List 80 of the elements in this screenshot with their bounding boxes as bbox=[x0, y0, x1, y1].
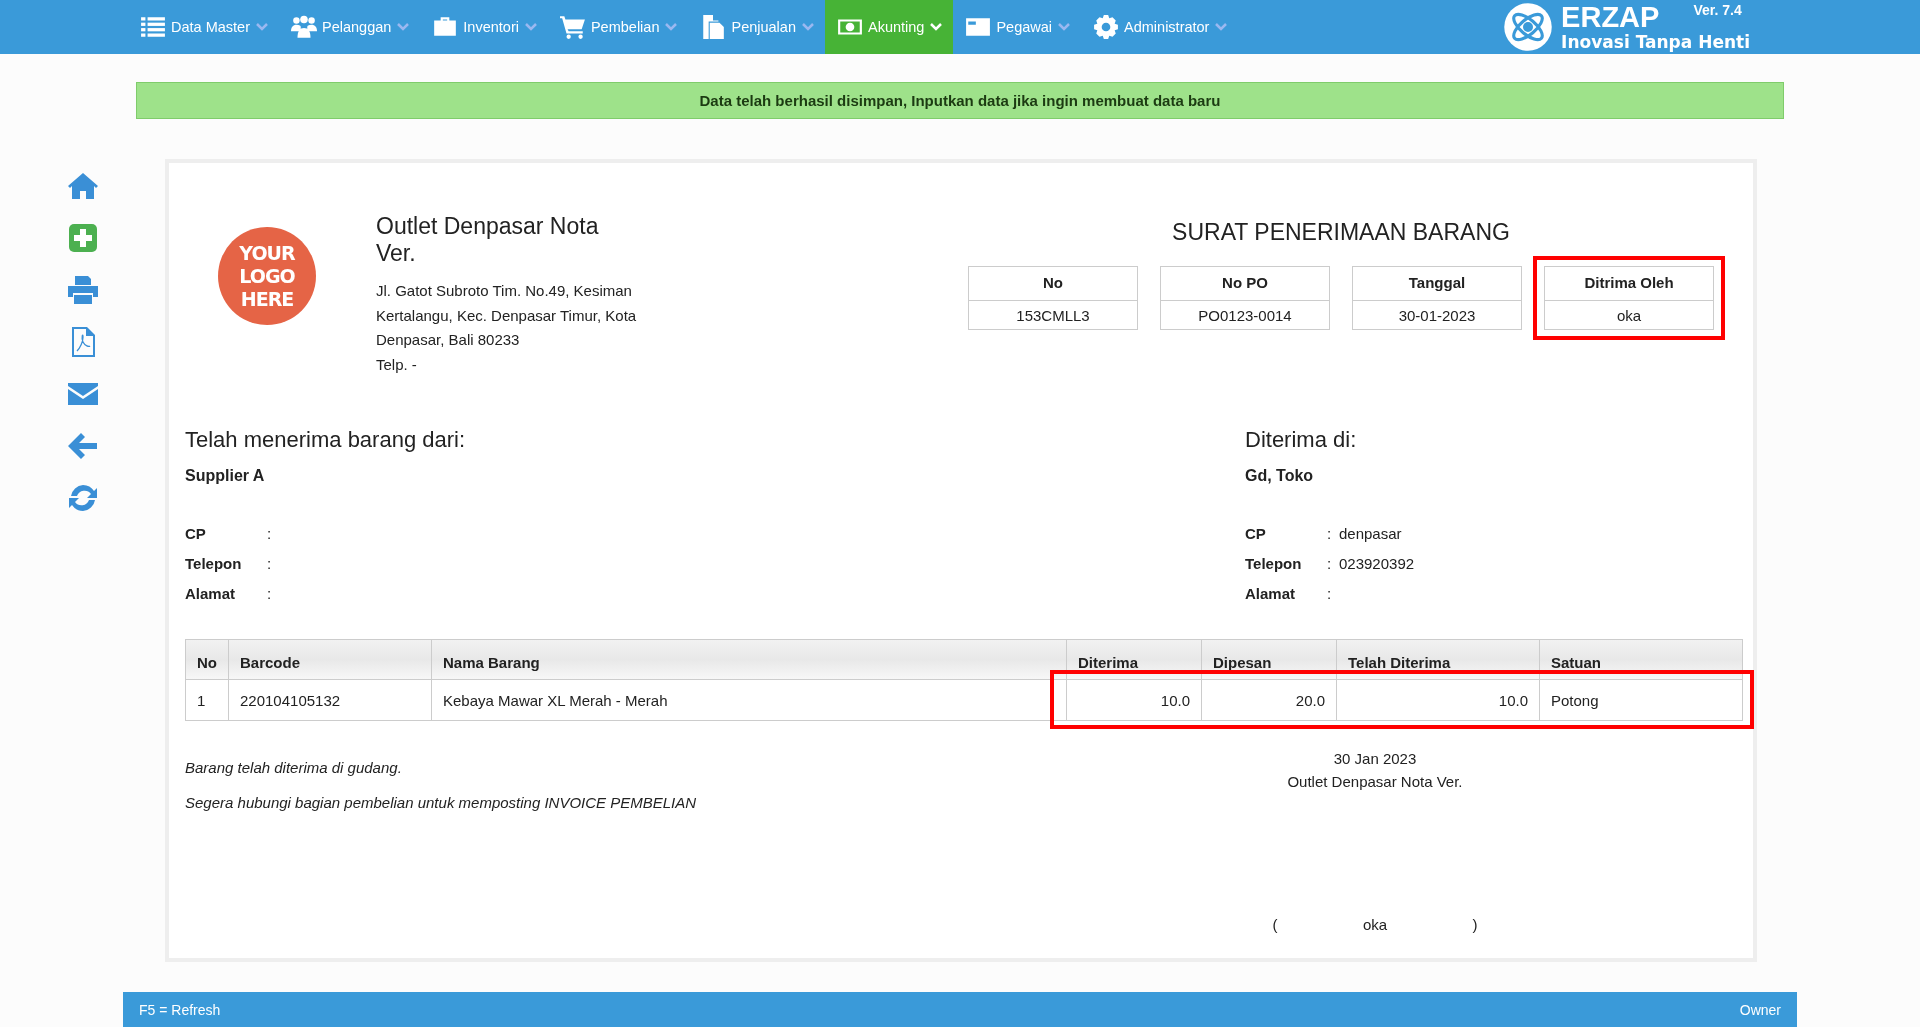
company-address: Telp. - bbox=[376, 354, 418, 375]
field-label: Telepon bbox=[1245, 554, 1303, 574]
company-name: Outlet Denpasar Nota Ver. bbox=[376, 213, 600, 267]
column-header: Satuan bbox=[1540, 639, 1743, 680]
column-header: No bbox=[185, 639, 229, 680]
nav-menu-item[interactable]: Penjualan bbox=[688, 0, 825, 54]
colon-separator: : bbox=[1327, 554, 1333, 574]
nav-menu-item[interactable]: Pembelian bbox=[547, 0, 689, 54]
settings-icon bbox=[1092, 14, 1121, 40]
parenthesis: ( bbox=[1272, 915, 1278, 935]
field-label: CP bbox=[1245, 524, 1267, 544]
field-label: Telepon bbox=[185, 554, 243, 574]
info-label: Tanggal bbox=[1353, 267, 1521, 301]
company-address: Jl. Gatot Subroto Tim. No.49, Kesiman Kertalangu, Kec. Denpasar Timur, Kota Denpasar, Bali 80233 bbox=[376, 281, 638, 350]
field-value: denpasar bbox=[1339, 524, 1402, 544]
column-header: Dipesan bbox=[1202, 639, 1337, 680]
caret-icon bbox=[397, 23, 410, 31]
add-icon[interactable] bbox=[66, 221, 99, 255]
party-name: Supplier A bbox=[185, 467, 266, 485]
party-name: Gd, Toko bbox=[1245, 467, 1315, 485]
document-title: SURAT PENERIMAAN BARANG bbox=[1172, 219, 1510, 246]
nav-menu-item[interactable]: Pelanggan bbox=[279, 0, 421, 54]
colon-separator: : bbox=[267, 524, 273, 544]
logo-text: YOUR LOGO HERE bbox=[238, 241, 296, 311]
note-text: Barang telah diterima di gudang. bbox=[185, 759, 403, 776]
table-cell: Potong bbox=[1540, 680, 1743, 721]
info-label: No bbox=[969, 267, 1137, 301]
colon-separator: : bbox=[1327, 524, 1333, 544]
info-value: oka bbox=[1615, 306, 1643, 326]
caret-icon bbox=[665, 23, 678, 31]
caret-icon bbox=[256, 23, 268, 31]
caret-icon bbox=[1215, 23, 1228, 31]
column-header: Nama Barang bbox=[432, 639, 1067, 680]
field-label: Alamat bbox=[1245, 584, 1297, 604]
table-cell: 10.0 bbox=[1337, 680, 1540, 721]
user-role: Owner bbox=[1739, 1001, 1781, 1018]
column-header: Barcode bbox=[229, 639, 432, 680]
colon-separator: : bbox=[267, 554, 273, 574]
party-heading: Telah menerima barang dari: bbox=[185, 427, 467, 453]
caret-icon bbox=[524, 23, 537, 31]
info-value: PO0123-0014 bbox=[1197, 306, 1293, 326]
party-heading: Diterima di: bbox=[1245, 427, 1358, 453]
field-value: 023920392 bbox=[1339, 554, 1415, 574]
nav-menu-item[interactable]: Data Master bbox=[128, 0, 279, 54]
caret-icon bbox=[801, 23, 814, 31]
nav-menu-item[interactable]: Pegawai bbox=[953, 0, 1082, 54]
colon-separator: : bbox=[1327, 584, 1333, 604]
caret-icon bbox=[930, 23, 943, 31]
users-icon bbox=[290, 14, 318, 40]
parenthesis: ) bbox=[1472, 915, 1478, 935]
version-label: Ver. 7.4 bbox=[1693, 2, 1742, 18]
date-text: 30 Jan 2023 bbox=[1333, 749, 1417, 769]
shortcut-hint: F5 = Refresh bbox=[139, 1001, 221, 1018]
colon-separator: : bbox=[267, 584, 273, 604]
cart-icon bbox=[558, 14, 587, 40]
signer-company: Outlet Denpasar Nota Ver. bbox=[1287, 772, 1463, 792]
note-text: Segera hubungi bagian pembelian untuk memposting INVOICE PEMBELIAN bbox=[185, 794, 698, 811]
caret-icon bbox=[1058, 23, 1071, 31]
nav-menu-item[interactable]: Administrator bbox=[1081, 0, 1239, 54]
table-cell: 220104105132 bbox=[229, 680, 432, 721]
brand-name: ERZAP bbox=[1561, 2, 1660, 32]
print-icon[interactable] bbox=[66, 273, 99, 307]
success-alert: Data telah berhasil disimpan, Inputkan data jika ingin membuat data baru bbox=[136, 82, 1784, 119]
info-value: 30-01-2023 bbox=[1397, 306, 1477, 326]
nav-menu-item[interactable]: Akunting bbox=[824, 0, 954, 54]
info-label: Ditrima Oleh bbox=[1545, 267, 1713, 301]
table-cell: 10.0 bbox=[1067, 680, 1202, 721]
info-label: No PO bbox=[1161, 267, 1329, 301]
info-value: 153CMLL3 bbox=[1015, 306, 1091, 326]
field-label: Alamat bbox=[185, 584, 237, 604]
column-header: Diterima bbox=[1067, 639, 1202, 680]
brand-tagline: Inovasi Tanpa Henti bbox=[1561, 32, 1750, 52]
field-label: CP bbox=[185, 524, 207, 544]
table-cell: 1 bbox=[185, 680, 229, 721]
column-header: Telah Diterima bbox=[1337, 639, 1540, 680]
table-cell: 20.0 bbox=[1202, 680, 1337, 721]
nav-menu-item[interactable]: Inventori bbox=[420, 0, 548, 54]
signer-name: oka bbox=[1362, 915, 1388, 935]
table-cell: Kebaya Mawar XL Merah - Merah bbox=[432, 680, 1067, 721]
list-icon bbox=[139, 14, 167, 40]
